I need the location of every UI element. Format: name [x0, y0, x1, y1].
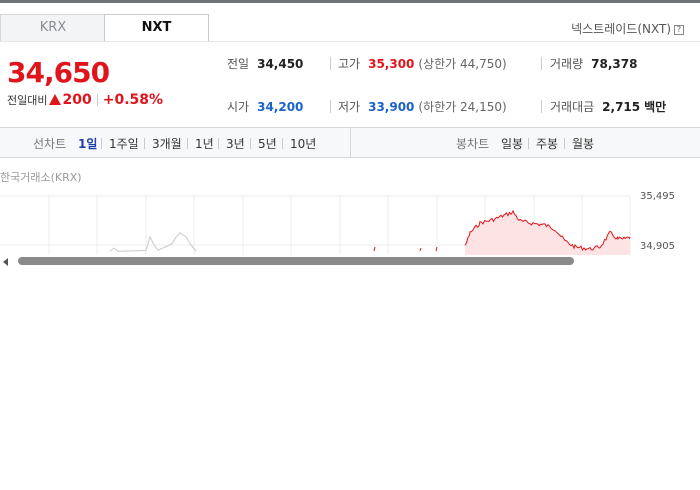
scroll-thumb[interactable]: [18, 257, 574, 265]
toolbar-separator: [218, 138, 219, 149]
stat-label: 고가: [338, 57, 361, 71]
help-icon[interactable]: ?: [674, 25, 684, 35]
toolbar-separator: [101, 138, 102, 149]
stat-value: 34,450: [257, 57, 304, 71]
period-1week[interactable]: 1주일: [109, 135, 139, 152]
period-1day[interactable]: 1일: [78, 135, 97, 152]
line-chart-label: 선차트: [33, 137, 67, 151]
tab-nxt[interactable]: NXT: [104, 14, 209, 42]
stat-label: 거래량: [550, 57, 584, 71]
period-1year[interactable]: 1년: [195, 135, 214, 152]
period-5year[interactable]: 5년: [258, 135, 277, 152]
price-area-fill: [465, 210, 630, 255]
stat-lower-limit: (하한가 24,150): [418, 100, 507, 114]
toolbar-separator: [250, 138, 251, 149]
price-chart-svg: 35,495 34,905: [0, 191, 675, 255]
divider: [330, 100, 331, 113]
stat-low: 저가 33,900 (하한가 24,150): [338, 98, 507, 115]
stat-amount: 거래대금 2,715 백만: [550, 98, 666, 115]
stat-upper-limit: (상한가 44,750): [418, 57, 507, 71]
tabs-divider: [0, 41, 700, 42]
change-amount: 200: [62, 92, 92, 108]
stat-value: 78,378: [591, 57, 638, 71]
exchange-label: 넥스트레이드(NXT)?: [571, 20, 684, 37]
price-change: 전일대비 200 +0.58%: [7, 92, 163, 108]
price-chart: 35,495 34,905: [0, 185, 700, 255]
chart-toolbar: 선차트 1일 1주일 3개월 1년 3년 5년 10년 봉차트 일봉 주봉 월봉: [0, 127, 700, 158]
candle-weekly[interactable]: 주봉: [536, 135, 558, 152]
candle-monthly[interactable]: 월봉: [572, 135, 594, 152]
toolbar-separator: [564, 138, 565, 149]
toolbar-separator: [528, 138, 529, 149]
period-10year[interactable]: 10년: [290, 135, 316, 152]
divider: [330, 57, 331, 70]
stat-value: 34,200: [257, 100, 304, 114]
top-border: [0, 0, 700, 3]
stat-prev-close: 전일 34,450: [227, 55, 303, 72]
exchange-name: 넥스트레이드(NXT): [571, 22, 671, 36]
stat-label: 거래대금: [550, 100, 595, 114]
tab-krx[interactable]: KRX: [0, 14, 105, 42]
chart-source-caption: 한국거래소(KRX): [0, 171, 82, 184]
change-separator: [96, 94, 98, 106]
period-3month[interactable]: 3개월: [152, 135, 182, 152]
period-3year[interactable]: 3년: [226, 135, 245, 152]
y-tick-label-high: 35,495: [640, 191, 675, 202]
stat-volume: 거래량 78,378: [550, 55, 637, 72]
chart-scrollbar[interactable]: [0, 255, 700, 267]
toolbar-separator: [282, 138, 283, 149]
stat-unit: 백만: [644, 100, 667, 114]
stat-value: 33,900: [368, 100, 415, 114]
toolbar-divider: [350, 128, 351, 157]
stat-label: 시가: [227, 100, 250, 114]
divider: [541, 57, 542, 70]
stat-value: 2,715: [602, 100, 641, 114]
current-price: 34,650: [7, 56, 110, 89]
candle-chart-label: 봉차트: [456, 137, 490, 151]
up-triangle-icon: [49, 94, 62, 105]
candle-daily[interactable]: 일봉: [501, 135, 523, 152]
stat-value: 35,300: [368, 57, 415, 71]
stat-label: 저가: [338, 100, 361, 114]
divider: [541, 100, 542, 113]
scroll-left-arrow-icon[interactable]: [3, 258, 8, 266]
change-percent: +0.58%: [102, 92, 164, 108]
change-label: 전일대비: [7, 94, 48, 107]
krx-reference-line: [109, 232, 197, 252]
toolbar-separator: [144, 138, 145, 149]
y-tick-label-low: 34,905: [640, 241, 675, 252]
stat-label: 전일: [227, 57, 250, 71]
toolbar-separator: [187, 138, 188, 149]
stat-high: 고가 35,300 (상한가 44,750): [338, 55, 507, 72]
stat-open: 시가 34,200: [227, 98, 303, 115]
